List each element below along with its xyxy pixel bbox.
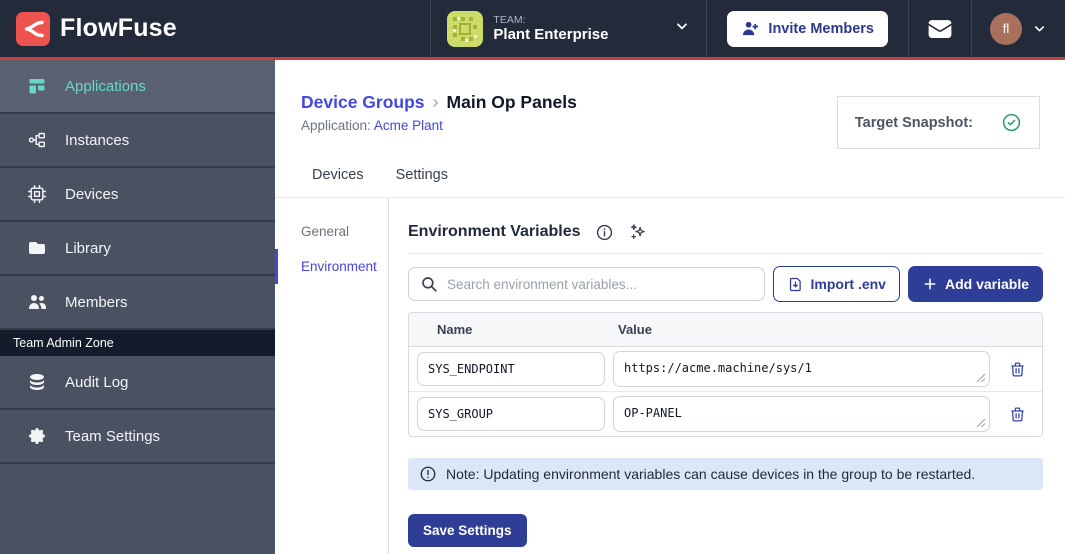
folder-icon xyxy=(27,238,47,258)
sparkles-icon[interactable] xyxy=(628,222,648,242)
top-navbar: FlowFuse TEAM: Plant Enterprise Invite M… xyxy=(0,0,1065,60)
search-input[interactable] xyxy=(408,267,765,301)
gear-icon xyxy=(27,426,47,446)
plus-icon xyxy=(922,276,938,292)
import-env-button[interactable]: Import .env xyxy=(772,266,900,302)
page-title: Main Op Panels xyxy=(446,92,577,112)
tab-devices[interactable]: Devices xyxy=(310,154,366,197)
env-value-textarea[interactable]: https://acme.machine/sys/1 xyxy=(613,351,990,387)
instances-icon xyxy=(27,130,47,150)
environment-variables-header: Environment Variables xyxy=(408,222,1043,254)
sidebar-item-label: Devices xyxy=(65,185,119,203)
chevron-down-icon xyxy=(674,18,690,39)
target-snapshot-label: Target Snapshot: xyxy=(854,114,973,131)
team-avatar xyxy=(447,10,484,47)
user-avatar: fl xyxy=(990,12,1022,45)
search-wrap xyxy=(408,267,765,301)
env-value-textarea[interactable]: OP-PANEL xyxy=(613,396,990,432)
main-sidebar: Applications Instances Devices Library M… xyxy=(0,60,275,554)
brand-name: FlowFuse xyxy=(60,14,177,42)
add-variable-label: Add variable xyxy=(944,276,1029,292)
invite-members-button[interactable]: Invite Members xyxy=(727,10,888,47)
environment-settings-content: Environment Variables Search environment… xyxy=(388,198,1065,554)
sidebar-item-devices[interactable]: Devices xyxy=(0,168,275,222)
env-toolbar: Import .env Add variable xyxy=(408,266,1043,302)
application-link[interactable]: Acme Plant xyxy=(374,118,443,133)
team-name: Plant Enterprise xyxy=(493,25,609,43)
env-name-input[interactable] xyxy=(417,352,605,386)
sidebar-item-label: Instances xyxy=(65,131,130,149)
column-header-value: Value xyxy=(618,322,652,337)
sidebar-item-label: Audit Log xyxy=(65,373,129,391)
restart-note-banner: Note: Updating environment variables can… xyxy=(408,458,1043,490)
header-right: TEAM: Plant Enterprise Invite Members fl xyxy=(430,0,1065,57)
breadcrumb-separator: › xyxy=(432,92,439,112)
sidebar-item-team-settings[interactable]: Team Settings xyxy=(0,410,275,464)
users-icon xyxy=(27,292,47,312)
import-env-label: Import .env xyxy=(810,276,886,292)
sidebar-item-label: Members xyxy=(65,293,128,311)
settings-nav-general[interactable]: General xyxy=(275,214,388,249)
breadcrumb-device-groups-link[interactable]: Device Groups xyxy=(301,92,425,113)
exclamation-circle-icon xyxy=(419,465,437,483)
sidebar-item-library[interactable]: Library xyxy=(0,222,275,276)
table-row: OP-PANEL xyxy=(409,391,1042,436)
team-label: TEAM: xyxy=(493,13,526,26)
notifications-button[interactable] xyxy=(908,0,971,57)
delete-variable-button[interactable] xyxy=(1000,397,1034,431)
user-add-icon xyxy=(741,19,760,38)
sidebar-item-applications[interactable]: Applications xyxy=(0,60,275,114)
team-text: TEAM: Plant Enterprise xyxy=(493,14,608,43)
main-content: Device Groups › Main Op Panels Applicati… xyxy=(275,60,1065,554)
settings-nav-environment[interactable]: Environment xyxy=(275,249,388,284)
database-icon xyxy=(27,372,47,392)
envelope-icon xyxy=(927,16,953,42)
check-circle-icon xyxy=(1001,112,1022,133)
chevron-down-icon xyxy=(1032,21,1047,36)
sidebar-item-label: Library xyxy=(65,239,111,257)
sidebar-item-label: Team Settings xyxy=(65,427,161,445)
page-header: Device Groups › Main Op Panels Applicati… xyxy=(275,60,1065,149)
sidebar-item-audit-log[interactable]: Audit Log xyxy=(0,356,275,410)
application-label: Application: xyxy=(301,118,371,133)
tab-settings[interactable]: Settings xyxy=(394,154,450,197)
delete-variable-button[interactable] xyxy=(1000,352,1034,386)
info-icon[interactable] xyxy=(595,223,614,242)
tab-bar: Devices Settings xyxy=(275,154,1065,198)
user-menu[interactable]: fl xyxy=(971,0,1065,57)
sidebar-item-label: Applications xyxy=(65,77,146,95)
add-variable-button[interactable]: Add variable xyxy=(907,266,1043,302)
team-admin-zone-label: Team Admin Zone xyxy=(0,330,275,356)
brand[interactable]: FlowFuse xyxy=(0,0,193,57)
env-variables-table: Name Value https://acme.machine/sys/1 xyxy=(408,312,1043,437)
restart-note-text: Note: Updating environment variables can… xyxy=(446,466,976,482)
env-value-wrap: OP-PANEL xyxy=(613,396,990,432)
settings-panel: General Environment Environment Variable… xyxy=(275,198,1065,554)
sidebar-item-members[interactable]: Members xyxy=(0,276,275,330)
column-header-name: Name xyxy=(437,322,473,337)
env-name-input[interactable] xyxy=(417,397,605,431)
environment-variables-title: Environment Variables xyxy=(408,223,581,240)
app-window: FlowFuse TEAM: Plant Enterprise Invite M… xyxy=(0,0,1065,554)
document-download-icon xyxy=(787,276,804,293)
applications-icon xyxy=(27,76,47,96)
env-value-wrap: https://acme.machine/sys/1 xyxy=(613,351,990,387)
search-icon xyxy=(422,277,437,292)
save-settings-button[interactable]: Save Settings xyxy=(408,514,527,547)
trash-icon xyxy=(1010,406,1024,422)
team-selector[interactable]: TEAM: Plant Enterprise xyxy=(430,0,706,57)
flowfuse-logo-icon xyxy=(16,11,50,46)
table-row: https://acme.machine/sys/1 xyxy=(409,347,1042,391)
table-header: Name Value xyxy=(409,313,1042,347)
trash-icon xyxy=(1010,361,1024,377)
settings-side-nav: General Environment xyxy=(275,198,388,554)
target-snapshot-box: Target Snapshot: xyxy=(836,96,1040,149)
invite-section: Invite Members xyxy=(706,0,908,57)
invite-members-label: Invite Members xyxy=(768,20,874,37)
sidebar-item-instances[interactable]: Instances xyxy=(0,114,275,168)
chip-icon xyxy=(27,184,47,204)
